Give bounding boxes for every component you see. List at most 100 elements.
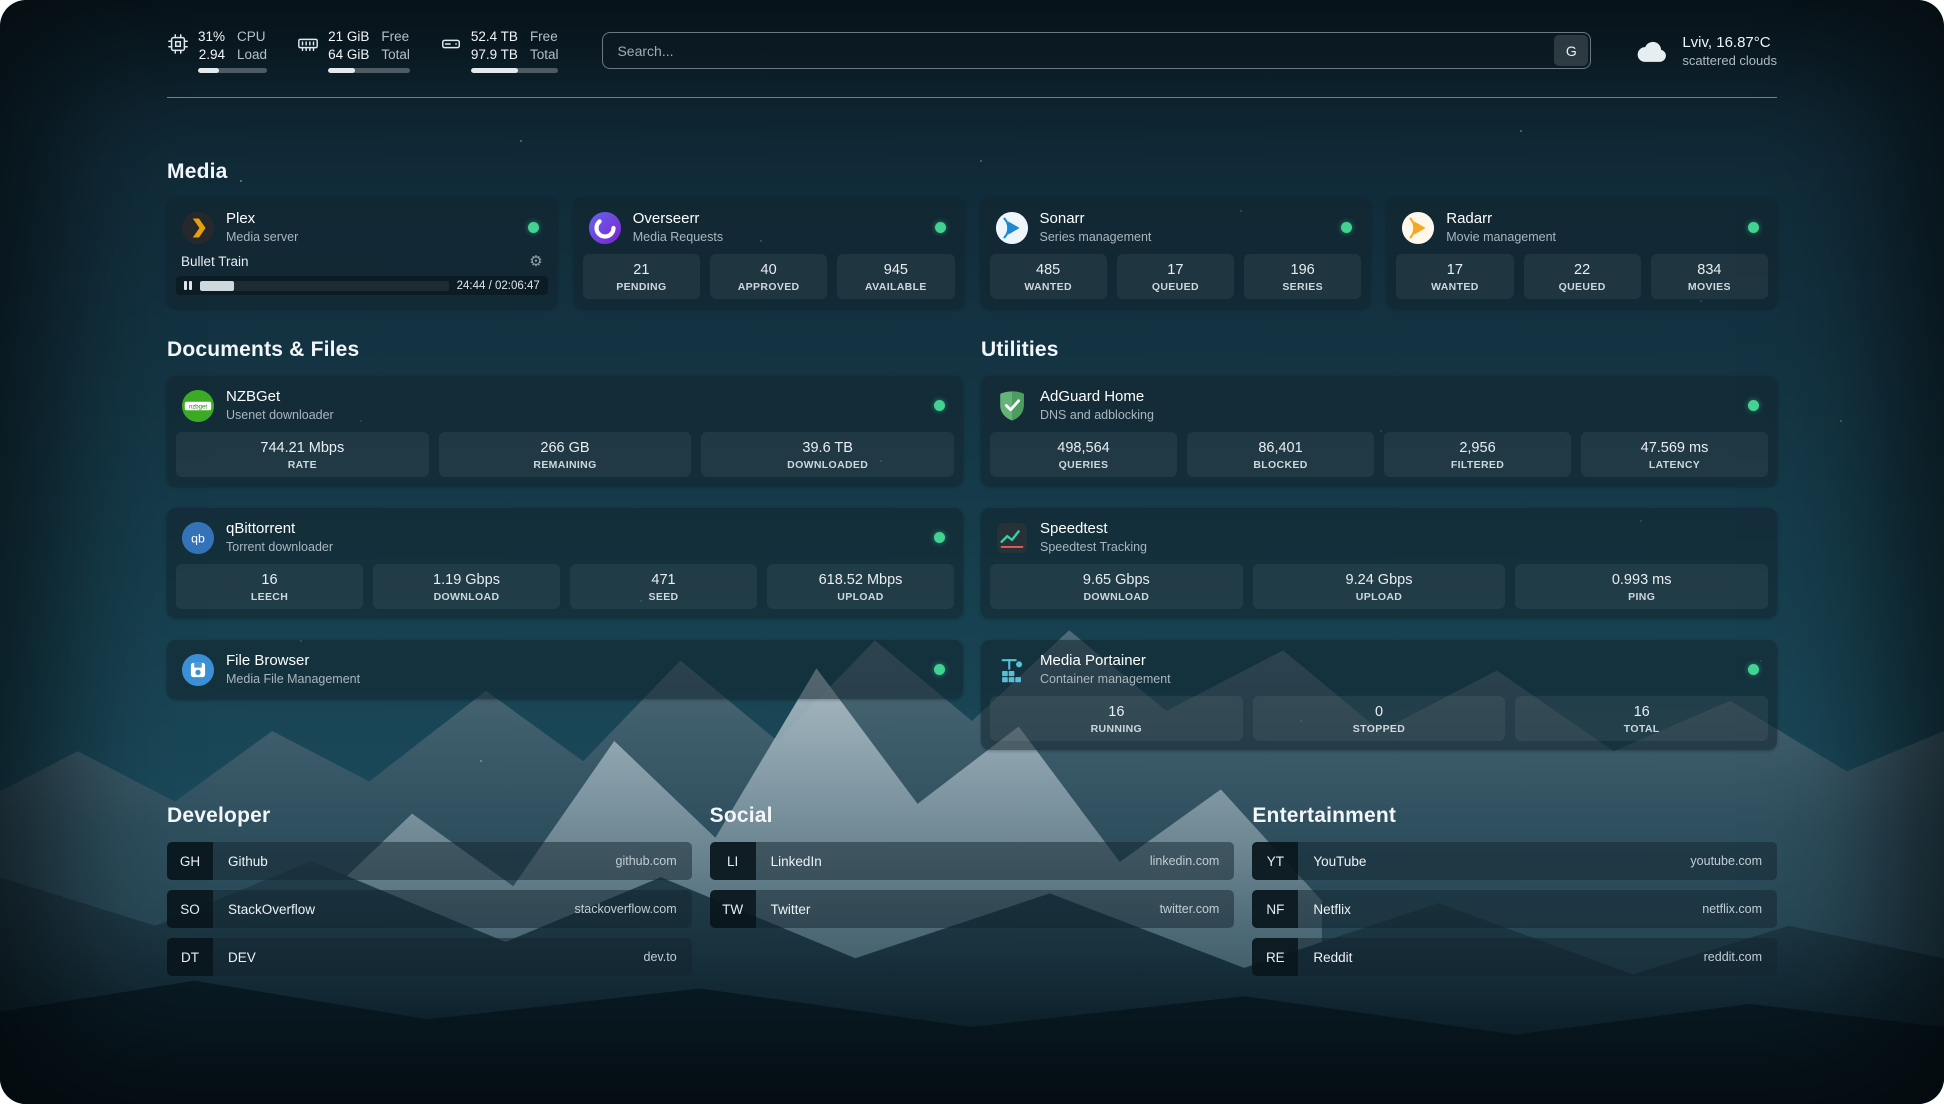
stat-wanted: 485WANTED: [990, 254, 1107, 299]
bookmark-domain: twitter.com: [1145, 890, 1235, 928]
status-dot: [528, 222, 539, 233]
bookmark-github[interactable]: GH Github github.com: [167, 842, 692, 880]
section-title-developer: Developer: [167, 804, 692, 828]
memory-progress-bar: [328, 68, 410, 73]
section-documents: Documents & Files nzbget NZBGet: [167, 338, 963, 699]
section-title-media: Media: [167, 160, 1777, 184]
app-subtitle: Speedtest Tracking: [1040, 539, 1147, 555]
app-name: NZBGet: [226, 388, 334, 406]
portainer-icon: [995, 653, 1029, 687]
top-bar: 31% CPU 2.94 Load: [167, 28, 1777, 73]
app-name: Plex: [226, 210, 298, 228]
weather-widget[interactable]: Lviv, 16.87°C scattered clouds: [1635, 33, 1777, 69]
bookmark-abbr: RE: [1252, 938, 1298, 976]
bookmark-name: Twitter: [756, 890, 826, 928]
bookmark-reddit[interactable]: RE Reddit reddit.com: [1252, 938, 1777, 976]
app-name: AdGuard Home: [1040, 388, 1154, 406]
section-media: Media Plex Media server: [167, 160, 1777, 308]
app-subtitle: Torrent downloader: [226, 539, 333, 555]
memory-free: 21 GiB: [328, 28, 369, 45]
status-dot: [934, 664, 945, 675]
app-subtitle: DNS and adblocking: [1040, 407, 1154, 423]
stat-total: 16TOTAL: [1515, 696, 1768, 741]
bookmark-netflix[interactable]: NF Netflix netflix.com: [1252, 890, 1777, 928]
card-portainer[interactable]: Media Portainer Container management 16R…: [981, 640, 1777, 750]
app-subtitle: Media File Management: [226, 671, 360, 687]
card-nzbget[interactable]: nzbget NZBGet Usenet downloader 744.21 M…: [167, 376, 963, 486]
stat-approved: 40APPROVED: [710, 254, 827, 299]
app-name: Speedtest: [1040, 520, 1147, 538]
bookmark-domain: stackoverflow.com: [560, 890, 692, 928]
card-sonarr[interactable]: Sonarr Series management 485WANTED 17QUE…: [981, 198, 1371, 308]
bookmark-stackoverflow[interactable]: SO StackOverflow stackoverflow.com: [167, 890, 692, 928]
bookmark-domain: dev.to: [629, 938, 692, 976]
playback-track[interactable]: [200, 281, 449, 291]
section-utilities: Utilities AdGuard Home: [981, 338, 1777, 750]
card-overseerr[interactable]: Overseerr Media Requests 21PENDING 40APP…: [574, 198, 964, 308]
status-dot: [934, 400, 945, 411]
app-subtitle: Usenet downloader: [226, 407, 334, 423]
search-input[interactable]: [602, 32, 1591, 69]
stat-latency: 47.569 msLATENCY: [1581, 432, 1768, 477]
section-title-social: Social: [710, 804, 1235, 828]
stat-queued: 17QUEUED: [1117, 254, 1234, 299]
card-radarr[interactable]: Radarr Movie management 17WANTED 22QUEUE…: [1387, 198, 1777, 308]
stat-pending: 21PENDING: [583, 254, 700, 299]
stat-series: 196SERIES: [1244, 254, 1361, 299]
bookmark-domain: netflix.com: [1687, 890, 1777, 928]
bookmark-abbr: NF: [1252, 890, 1298, 928]
adguard-icon: [995, 389, 1029, 423]
section-title-documents: Documents & Files: [167, 338, 963, 362]
memory-widget: 21 GiB Free 64 GiB Total: [297, 28, 410, 73]
card-qbittorrent[interactable]: qb qBittorrent Torrent downloader 16LEEC…: [167, 508, 963, 618]
bookmark-domain: youtube.com: [1675, 842, 1777, 880]
app-subtitle: Media server: [226, 229, 298, 245]
app-name: Radarr: [1446, 210, 1556, 228]
speedtest-icon: [995, 521, 1029, 555]
app-name: File Browser: [226, 652, 360, 670]
stat-download: 1.19 GbpsDOWNLOAD: [373, 564, 560, 609]
stat-upload: 9.24 GbpsUPLOAD: [1253, 564, 1506, 609]
svg-text:qb: qb: [191, 531, 205, 545]
bookmark-domain: linkedin.com: [1135, 842, 1234, 880]
status-dot: [1748, 400, 1759, 411]
section-title-utilities: Utilities: [981, 338, 1777, 362]
header-divider: [167, 97, 1777, 98]
pause-icon[interactable]: [184, 281, 192, 290]
stat-rate: 744.21 MbpsRATE: [176, 432, 429, 477]
bookmark-name: DEV: [213, 938, 271, 976]
bookmark-domain: reddit.com: [1689, 938, 1777, 976]
card-filebrowser[interactable]: File Browser Media File Management: [167, 640, 963, 699]
card-plex[interactable]: Plex Media server Bullet Train 24:44 / 0…: [167, 198, 557, 308]
card-adguard[interactable]: AdGuard Home DNS and adblocking 498,564Q…: [981, 376, 1777, 486]
section-title-entertainment: Entertainment: [1252, 804, 1777, 828]
sonarr-icon: [995, 211, 1029, 245]
bookmark-twitter[interactable]: TW Twitter twitter.com: [710, 890, 1235, 928]
app-subtitle: Movie management: [1446, 229, 1556, 245]
memory-icon: [297, 33, 319, 55]
status-dot: [1341, 222, 1352, 233]
bookmark-name: Netflix: [1298, 890, 1366, 928]
bookmark-dev[interactable]: DT DEV dev.to: [167, 938, 692, 976]
bookmark-youtube[interactable]: YT YouTube youtube.com: [1252, 842, 1777, 880]
bookmark-name: Reddit: [1298, 938, 1367, 976]
settings-gear-icon[interactable]: [529, 254, 542, 269]
bookmark-abbr: YT: [1252, 842, 1298, 880]
search-provider-button[interactable]: G: [1554, 35, 1588, 66]
stat-remaining: 266 GBREMAINING: [439, 432, 692, 477]
app-name: qBittorrent: [226, 520, 333, 538]
playback-time: 24:44 / 02:06:47: [457, 280, 540, 292]
memory-total-label: Total: [381, 46, 410, 63]
app-name: Overseerr: [633, 210, 723, 228]
playback-bar[interactable]: 24:44 / 02:06:47: [176, 276, 548, 295]
stat-upload: 618.52 MbpsUPLOAD: [767, 564, 954, 609]
dashboard-window: 31% CPU 2.94 Load: [0, 0, 1944, 1104]
cloud-icon: [1635, 36, 1671, 66]
cpu-load-label: Load: [237, 46, 267, 63]
overseerr-icon: [588, 211, 622, 245]
bookmark-name: YouTube: [1298, 842, 1381, 880]
bookmark-linkedin[interactable]: LI LinkedIn linkedin.com: [710, 842, 1235, 880]
card-speedtest[interactable]: Speedtest Speedtest Tracking 9.65 GbpsDO…: [981, 508, 1777, 618]
stat-queries: 498,564QUERIES: [990, 432, 1177, 477]
resource-widgets: 31% CPU 2.94 Load: [167, 28, 558, 73]
